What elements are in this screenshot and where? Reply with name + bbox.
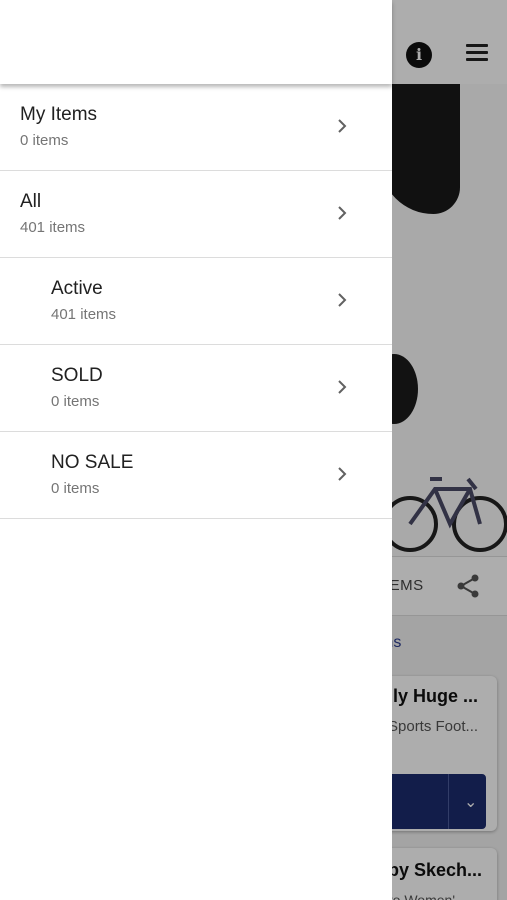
navigation-drawer: My Items 0 items All 401 items Active 40… (0, 0, 392, 900)
chevron-right-icon (338, 119, 347, 133)
drawer-item-count: 0 items (51, 480, 100, 497)
drawer-item-label: My Items (20, 104, 98, 125)
drawer-item-count: 401 items (20, 219, 86, 236)
drawer-item-count: 0 items (20, 132, 69, 149)
drawer-item-active[interactable]: Active 401 items (0, 258, 392, 345)
drawer-item-all[interactable]: All 401 items (0, 171, 392, 258)
drawer-list: My Items 0 items All 401 items Active 40… (0, 84, 392, 519)
chevron-right-icon (338, 293, 347, 307)
drawer-item-label: SOLD (51, 365, 103, 386)
chevron-right-icon (338, 467, 347, 481)
drawer-header (0, 0, 392, 84)
chevron-right-icon (338, 206, 347, 220)
drawer-item-count: 0 items (51, 393, 100, 410)
drawer-item-label: All (20, 191, 42, 212)
drawer-item-no-sale[interactable]: NO SALE 0 items (0, 432, 392, 519)
drawer-item-label: Active (51, 278, 103, 299)
drawer-item-label: NO SALE (51, 452, 134, 473)
drawer-item-count: 401 items (51, 306, 117, 323)
chevron-right-icon (338, 380, 347, 394)
drawer-item-my-items[interactable]: My Items 0 items (0, 84, 392, 171)
drawer-item-sold[interactable]: SOLD 0 items (0, 345, 392, 432)
